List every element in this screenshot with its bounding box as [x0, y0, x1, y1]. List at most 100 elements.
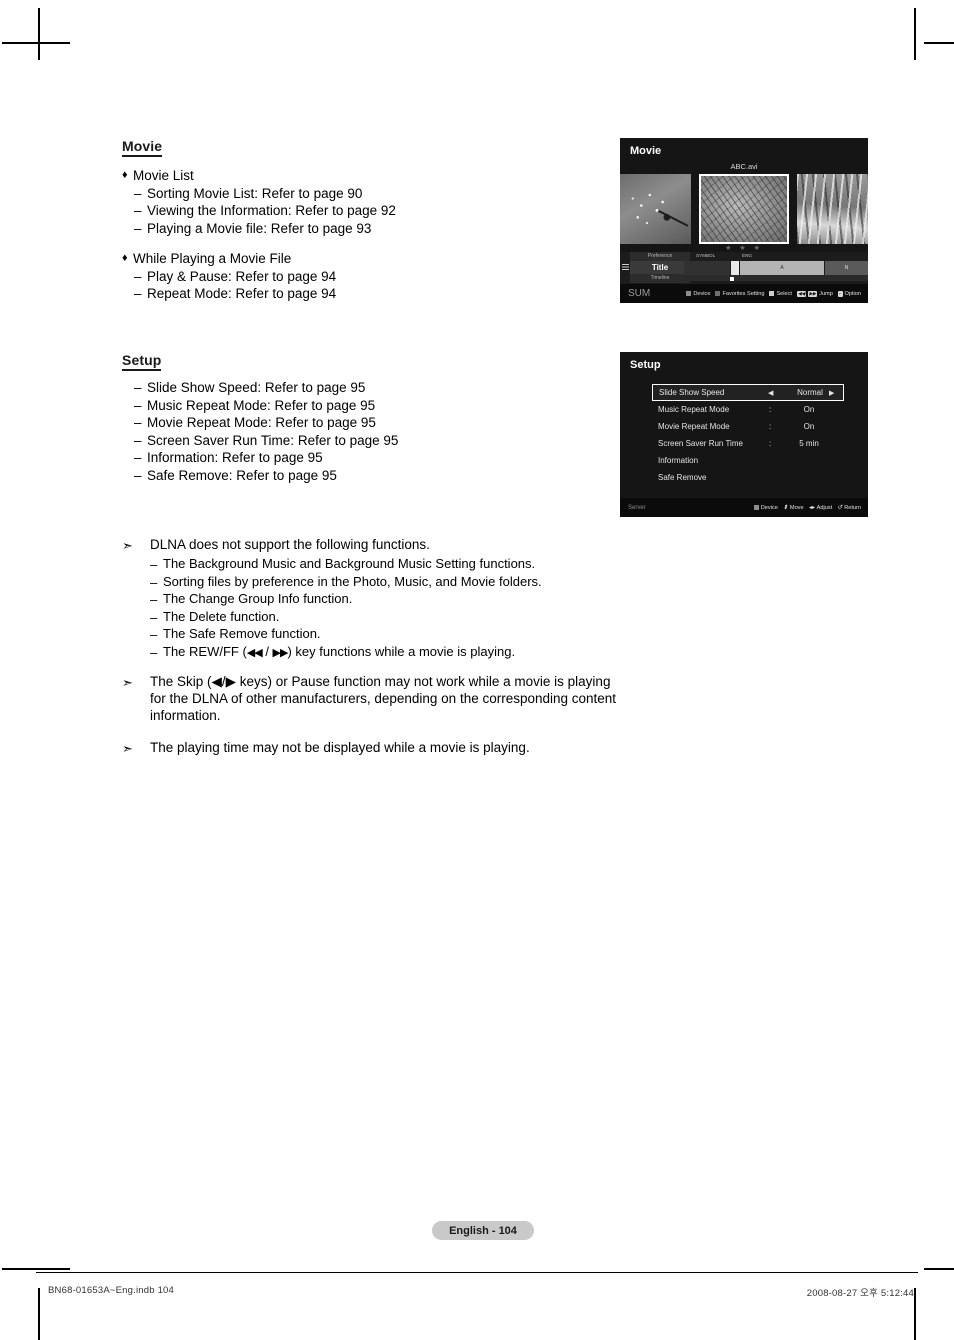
list-item: – The Change Group Info function.: [122, 591, 622, 609]
list-item-label: Safe Remove: Refer to page 95: [147, 467, 337, 483]
fast-forward-icon: ▶▶: [272, 646, 289, 659]
setup-section: Setup – Slide Show Speed: Refer to page …: [122, 352, 602, 484]
movie-section: Movie ♦ Movie List – Sorting Movie List:…: [122, 138, 602, 303]
footer-key-option[interactable]: ⌐ Option: [837, 290, 861, 297]
dash-icon: –: [150, 644, 158, 660]
setup-row-value: On: [803, 422, 815, 431]
crop-mark-bottom-right-vertical: [914, 1288, 916, 1340]
timeline-scrollbar-thumb[interactable]: [730, 276, 734, 281]
dash-icon: –: [134, 268, 142, 284]
setup-row-slide-show-speed[interactable]: Slide Show Speed ◀ Normal ▶: [652, 384, 844, 401]
footer-key-label: Jump: [819, 290, 833, 297]
setup-osd-footer: Server Device ⬍ Move ◂▸ Adjust ↺ Return: [620, 498, 868, 517]
list-item-label: The Delete function.: [163, 608, 280, 624]
dash-icon: –: [134, 397, 142, 413]
footer-key-return[interactable]: ↺ Return: [837, 504, 861, 512]
setup-row-information[interactable]: Information: [652, 452, 844, 469]
footer-key-device[interactable]: Device: [753, 505, 778, 511]
column-header-eng: ENG: [742, 253, 752, 258]
setup-row-movie-repeat-mode[interactable]: Movie Repeat Mode : On: [652, 418, 844, 435]
right-arrow-icon[interactable]: ▶: [829, 389, 834, 397]
sort-segment-row: □ A N: [684, 261, 868, 275]
dash-icon: –: [134, 450, 142, 465]
thumbnail-previous[interactable]: [620, 174, 691, 244]
list-item: – Sorting files by preference in the Pho…: [122, 574, 622, 592]
thumbnail-image: [620, 174, 691, 244]
thumbnail-image: [797, 174, 868, 244]
thumbnail-image: [701, 176, 787, 242]
list-item: – The Delete function.: [122, 609, 622, 627]
osd-filename: ABC.avi: [730, 162, 758, 171]
note-skip-pause: ➣ The Skip (◀/▶ keys) or Pause function …: [122, 673, 622, 724]
list-menu-icon[interactable]: [622, 264, 629, 270]
setup-row-colon: :: [769, 422, 772, 431]
diamond-bullet-icon: ♦: [122, 252, 128, 264]
footer-key-device[interactable]: Device: [686, 291, 710, 297]
setup-row-value: 5 min: [799, 439, 819, 448]
tab-title[interactable]: Title: [630, 261, 690, 274]
left-arrow-icon[interactable]: ◀: [768, 389, 773, 397]
list-item-label: Repeat Mode: Refer to page 94: [147, 286, 337, 301]
segment-2[interactable]: A: [740, 261, 824, 275]
square-grey-icon: [686, 291, 692, 296]
thumbnail-selected[interactable]: [699, 174, 789, 244]
setup-row-safe-remove[interactable]: Safe Remove: [652, 469, 844, 486]
movie-osd-footer: SUM Device Favorites Setting Select ◀◀ ▶▶…: [620, 284, 868, 303]
while-playing-label: While Playing a Movie File: [133, 251, 292, 266]
setup-row-value: On: [803, 405, 815, 414]
rewff-separator: /: [261, 643, 273, 659]
rewff-prefix: The REW/FF (: [163, 643, 247, 659]
dash-icon: –: [150, 627, 158, 642]
segment-1[interactable]: □: [731, 261, 739, 275]
note-dlna-unsupported: ➣ DLNA does not support the following fu…: [122, 536, 622, 553]
dash-icon: –: [134, 467, 142, 483]
timeline-scrollbar[interactable]: [684, 275, 868, 281]
footer-key-label: Adjust: [816, 504, 833, 511]
crop-mark-bottom-left-vertical: [38, 1288, 40, 1340]
list-item: – Movie Repeat Mode: Refer to page 95: [122, 414, 602, 432]
footer-key-favorites-setting[interactable]: Favorites Setting: [715, 291, 764, 297]
list-item: – Sorting Movie List: Refer to page 90: [122, 185, 602, 203]
dash-icon: –: [134, 286, 142, 301]
setup-row-music-repeat-mode[interactable]: Music Repeat Mode : On: [652, 401, 844, 418]
footer-key-select[interactable]: Select: [769, 291, 792, 297]
note-arrow-icon: ➣: [122, 538, 133, 553]
footer-key-label: Move: [789, 504, 804, 511]
setup-osd-panel: Setup Slide Show Speed ◀ Normal ▶ Music …: [620, 352, 868, 517]
thumbnail-next[interactable]: [797, 174, 868, 244]
left-right-arrows-icon: ◂▸: [808, 505, 815, 511]
setup-row-screen-saver-run-time[interactable]: Screen Saver Run Time : 5 min: [652, 435, 844, 452]
list-item-label: Playing a Movie file: Refer to page 93: [147, 220, 372, 236]
footer-key-move[interactable]: ⬍ Move: [783, 504, 804, 512]
crop-mark-top-right-vertical: [914, 8, 916, 60]
segment-3[interactable]: N: [825, 261, 868, 275]
notes-section: ➣ DLNA does not support the following fu…: [122, 536, 622, 759]
fast-forward-icon: ▶▶: [808, 290, 818, 297]
segment-0[interactable]: [684, 261, 730, 275]
setup-section-heading: Setup: [122, 352, 162, 371]
list-item: – Safe Remove: Refer to page 95: [122, 467, 602, 485]
dash-icon: –: [134, 220, 142, 236]
tab-preference[interactable]: Preference: [630, 252, 690, 261]
list-item: – Music Repeat Mode: Refer to page 95: [122, 397, 602, 415]
list-item-label: The Change Group Info function.: [163, 591, 353, 606]
list-item-rewff: – The REW/FF (◀◀ / ▶▶) key functions whi…: [122, 644, 622, 662]
setup-row-label: Slide Show Speed: [659, 388, 725, 397]
footer-key-label: Select: [776, 290, 792, 297]
footer-key-label: Favorites Setting: [722, 290, 765, 297]
note-text: The playing time may not be displayed wh…: [150, 740, 530, 755]
list-item-label: Music Repeat Mode: Refer to page 95: [147, 397, 376, 413]
list-item: – Slide Show Speed: Refer to page 95: [122, 379, 602, 397]
crop-mark-bottom-right-horizontal: [924, 1268, 954, 1270]
tools-icon: ⌐: [837, 290, 843, 297]
square-grey-icon: [753, 505, 759, 510]
rewind-icon: ◀◀: [796, 290, 807, 297]
footer-key-adjust[interactable]: ◂▸ Adjust: [808, 504, 833, 512]
rewff-suffix: ) key functions while a movie is playing…: [287, 643, 516, 659]
tab-timeline[interactable]: Timeline: [630, 274, 690, 283]
list-item: – Repeat Mode: Refer to page 94: [122, 285, 602, 303]
footer-key-jump[interactable]: ◀◀ ▶▶ Jump: [796, 290, 833, 297]
